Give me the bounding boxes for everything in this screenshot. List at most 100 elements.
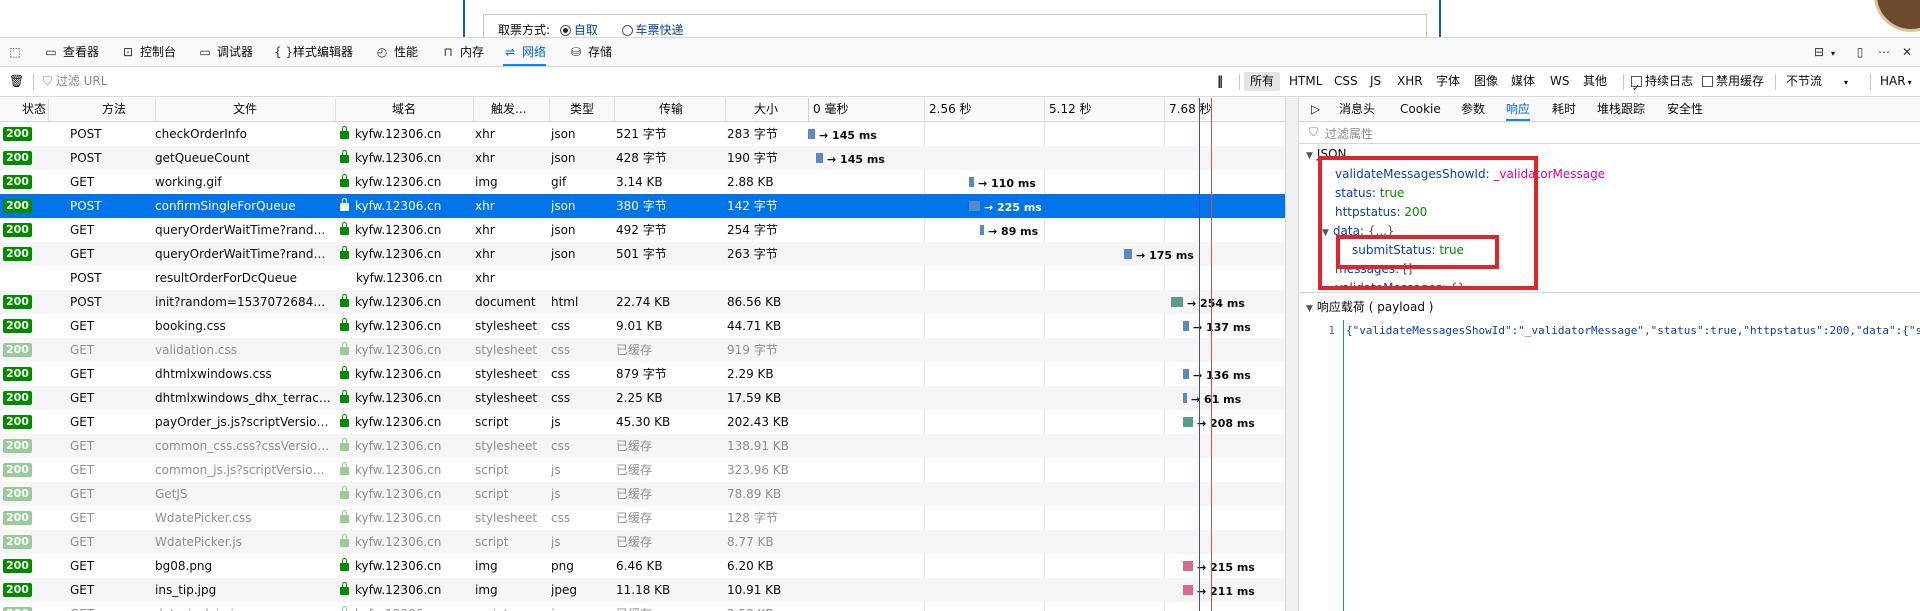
filter-type-xhr[interactable]: XHR	[1397, 67, 1423, 96]
column-file[interactable]: 文件	[155, 98, 335, 121]
request-transferred-text: 2.25 KB	[616, 391, 663, 405]
request-size-text: 78.89 KB	[727, 487, 782, 501]
filter-type-media[interactable]: 媒体	[1511, 67, 1535, 96]
table-row[interactable]: 200 GET queryOrderWaitTime?rando... kyfw.12…	[0, 218, 1285, 242]
request-cause-text: xhr	[475, 151, 495, 165]
dock-layout-icon[interactable]: ⊟ ▾	[1812, 38, 1835, 66]
tab-console[interactable]: ⊡ 控制台	[121, 38, 176, 66]
request-file: WdatePicker.js	[155, 530, 331, 554]
filter-url-input[interactable]: ⛉ 过滤 URL	[43, 67, 107, 96]
tab-timings[interactable]: 耗时	[1552, 98, 1576, 121]
toggle-sidebar-icon[interactable]: ▷	[1311, 98, 1320, 121]
column-status[interactable]: 状态	[0, 98, 48, 121]
table-row[interactable]: 200 GET WdatePicker.css kyfw.12306.cn styles…	[0, 506, 1285, 530]
request-file-text: resultOrderForDcQueue	[155, 271, 298, 285]
express-delivery-label[interactable]: 车票快递	[636, 23, 684, 37]
radio-express-delivery[interactable]	[621, 25, 633, 36]
table-row[interactable]: 200 GET GetJS kyfw.12306.cn script js 已缓存 78.89…	[0, 482, 1285, 506]
tab-params[interactable]: 参数	[1461, 98, 1485, 121]
column-size[interactable]: 大小	[725, 98, 808, 121]
table-row[interactable]: 200 GET date_jcalvin.js kyfw.12306.cn script…	[0, 602, 1285, 611]
tab-stack-trace[interactable]: 堆栈跟踪	[1597, 98, 1645, 121]
table-row[interactable]: 200 POST checkOrderInfo kyfw.12306.cn xhr jso…	[0, 122, 1285, 146]
table-row[interactable]: 200 GET common_js.js?scriptVersion=... kyfw…	[0, 458, 1285, 482]
table-row[interactable]: 200 POST confirmSingleForQueue kyfw.12306.c…	[0, 194, 1285, 218]
request-type-text: js	[551, 415, 561, 429]
filter-type-font[interactable]: 字体	[1436, 67, 1460, 96]
request-size-text: 190 字节	[727, 151, 778, 165]
request-size-text: 2.29 KB	[727, 367, 774, 381]
tab-headers[interactable]: 消息头	[1339, 98, 1375, 121]
table-row[interactable]: 200 GET queryOrderWaitTime?rando... kyfw.12…	[0, 242, 1285, 266]
table-row[interactable]: 200 GET ins_tip.jpg kyfw.12306.cn img jpeg 11.…	[0, 578, 1285, 602]
tab-storage[interactable]: ⛁ 存储	[569, 38, 612, 66]
waterfall-bar-fill	[980, 225, 984, 235]
tab-inspector[interactable]: ▭ 查看器	[44, 38, 99, 66]
request-method-text: POST	[70, 127, 102, 141]
table-row[interactable]: 200 GET working.gif kyfw.12306.cn img gif 3.14…	[0, 170, 1285, 194]
table-row[interactable]: 200 GET WdatePicker.js kyfw.12306.cn script j…	[0, 530, 1285, 554]
table-row[interactable]: 200 GET dhtmlxwindows.css kyfw.12306.cn styl…	[0, 362, 1285, 386]
pause-icon[interactable]: ‖	[1217, 67, 1223, 96]
payload-section-header[interactable]: ▼ 响应载荷 ( payload )	[1306, 298, 1433, 317]
tab-debugger[interactable]: ▭ 调试器	[198, 38, 253, 66]
table-row[interactable]: 200 POST getQueueCount kyfw.12306.cn xhr json…	[0, 146, 1285, 170]
element-picker-icon[interactable]: ⬚	[8, 38, 27, 66]
request-domain-text: kyfw.12306.cn	[355, 535, 442, 549]
persist-log-checkbox[interactable]: 持续日志	[1631, 67, 1693, 103]
waterfall-timing-label: → 175 ms	[1136, 249, 1194, 262]
tab-response[interactable]: 响应	[1506, 98, 1531, 121]
self-pickup-label[interactable]: 自取	[574, 23, 598, 37]
request-domain-text: kyfw.12306.cn	[355, 199, 442, 213]
filter-type-all[interactable]: 所有	[1244, 72, 1281, 91]
radio-self-pickup[interactable]	[559, 25, 571, 36]
request-type: json	[551, 242, 611, 266]
filter-type-html[interactable]: HTML	[1289, 67, 1322, 96]
tab-performance[interactable]: ◴ 性能	[375, 38, 418, 66]
request-file: queryOrderWaitTime?rando...	[155, 242, 331, 266]
table-row[interactable]: 200 GET booking.css kyfw.12306.cn stylesheet…	[0, 314, 1285, 338]
tab-cookies[interactable]: Cookie	[1400, 98, 1441, 121]
column-domain[interactable]: 域名	[335, 98, 473, 121]
request-method: GET	[70, 434, 150, 458]
column-method[interactable]: 方法	[48, 98, 155, 121]
table-row[interactable]: 200 POST init?random=1537072684466 kyfw.123…	[0, 290, 1285, 314]
request-type: png	[551, 554, 611, 578]
table-row[interactable]: 200 GET dhtmlxwindows_dhx_terrace... kyfw.1…	[0, 386, 1285, 410]
table-row[interactable]: 200 GET payOrder_js.js?scriptVersion... kyf…	[0, 410, 1285, 434]
filter-type-js[interactable]: JS	[1370, 67, 1381, 96]
table-row[interactable]: 200 GET bg08.png kyfw.12306.cn img png 6.46 KB…	[0, 554, 1285, 578]
request-domain: kyfw.12306.cn	[340, 458, 472, 482]
tab-memory[interactable]: ⊓ 内存	[441, 38, 484, 66]
close-icon[interactable]: ✕	[1900, 38, 1919, 66]
har-menu[interactable]: HAR ▾	[1880, 67, 1912, 96]
request-method: GET	[70, 602, 150, 611]
table-row[interactable]: 200 GET validation.css kyfw.12306.cn stylesh…	[0, 338, 1285, 362]
trash-icon[interactable]: 🗑	[9, 67, 24, 96]
responsive-design-icon[interactable]: ▯	[1853, 38, 1872, 66]
filter-url-placeholder: 过滤 URL	[55, 74, 108, 88]
tab-network[interactable]: ⇌ 网络	[503, 38, 547, 66]
filter-type-image[interactable]: 图像	[1474, 67, 1498, 96]
column-type[interactable]: 类型	[549, 98, 614, 121]
throttle-select[interactable]: 不节流 ▾	[1786, 67, 1848, 96]
request-file-text: working.gif	[155, 175, 222, 189]
panel-splitter[interactable]	[1285, 98, 1299, 611]
disable-cache-checkbox[interactable]: 禁用缓存	[1702, 67, 1764, 96]
column-cause[interactable]: 触发...	[473, 98, 549, 121]
filter-type-css[interactable]: CSS	[1334, 67, 1358, 96]
table-row[interactable]: 200 GET common_css.css?cssVersion... kyfw.1…	[0, 434, 1285, 458]
filter-type-other[interactable]: 其他	[1583, 67, 1607, 96]
status-badge: 200	[3, 607, 32, 611]
request-size-text: 323.96 KB	[727, 463, 789, 477]
settings-menu-icon[interactable]: ⋯	[1877, 38, 1896, 66]
filter-type-ws[interactable]: WS	[1550, 67, 1569, 96]
column-transferred[interactable]: 传输	[614, 98, 725, 121]
editor-cursor-gutter	[1343, 320, 1920, 611]
filter-properties-input[interactable]: ⛉ 过滤属性	[1299, 122, 1920, 144]
table-row[interactable]: POST resultOrderForDcQueue kyfw.12306.cn xh…	[0, 266, 1285, 290]
tab-style-editor[interactable]: { }样式编辑器	[274, 38, 353, 66]
request-method-text: GET	[70, 391, 95, 405]
tab-security[interactable]: 安全性	[1667, 98, 1703, 121]
request-cause-text: stylesheet	[475, 439, 538, 453]
